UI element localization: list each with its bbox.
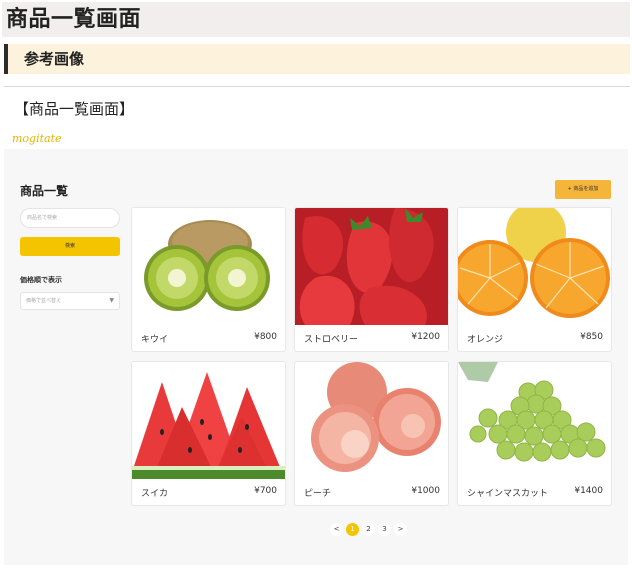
product-list-app: 商品一覧 + 商品を追加 商品名で検索 検索 価格順で表示 価格で並べ替え ▼ …	[4, 149, 628, 565]
section-heading: 参考画像	[4, 44, 630, 74]
grape-image	[458, 362, 611, 479]
product-name: スイカ	[141, 489, 169, 499]
product-price: ¥700	[254, 486, 277, 496]
product-price: ¥850	[580, 332, 603, 342]
product-name: ピーチ	[304, 489, 332, 499]
product-price: ¥1200	[411, 332, 440, 342]
kiwi-image	[132, 208, 285, 325]
search-input[interactable]: 商品名で検索	[20, 208, 120, 228]
page-button-2[interactable]: 2	[362, 522, 375, 536]
product-card-strawberry[interactable]: ストロベリー ¥1200	[294, 207, 449, 352]
divider	[4, 86, 630, 87]
orange-image	[458, 208, 611, 325]
product-price: ¥1400	[574, 486, 603, 496]
sort-select-placeholder: 価格で並べ替え	[26, 298, 62, 304]
sort-label: 価格順で表示	[20, 276, 62, 284]
page-title: 商品一覧画面	[2, 2, 630, 37]
product-price: ¥1000	[411, 486, 440, 496]
pagination: < 1 2 3 >	[330, 522, 407, 536]
product-card-kiwi[interactable]: キウイ ¥800	[131, 207, 286, 352]
product-name: シャインマスカット	[467, 489, 549, 499]
next-page-button[interactable]: >	[394, 522, 407, 536]
peach-image	[295, 362, 448, 479]
product-list-title: 商品一覧	[20, 184, 69, 198]
product-card-orange[interactable]: オレンジ ¥850	[457, 207, 612, 352]
brand-logo: mogitate	[12, 132, 62, 145]
product-card-peach[interactable]: ピーチ ¥1000	[294, 361, 449, 506]
search-button[interactable]: 検索	[20, 237, 120, 256]
watermelon-image	[132, 362, 285, 479]
strawberry-image	[295, 208, 448, 325]
chevron-down-icon: ▼	[109, 297, 114, 304]
product-name: ストロベリー	[304, 335, 359, 345]
sort-select[interactable]: 価格で並べ替え ▼	[20, 292, 120, 310]
product-card-shine-muscat[interactable]: シャインマスカット ¥1400	[457, 361, 612, 506]
page-button-1[interactable]: 1	[346, 522, 359, 536]
add-product-button[interactable]: + 商品を追加	[555, 180, 611, 199]
product-price: ¥800	[254, 332, 277, 342]
page-button-3[interactable]: 3	[378, 522, 391, 536]
product-name: キウイ	[141, 335, 169, 345]
image-caption: 【商品一覧画面】	[14, 100, 135, 118]
product-card-watermelon[interactable]: スイカ ¥700	[131, 361, 286, 506]
product-name: オレンジ	[467, 335, 504, 345]
prev-page-button[interactable]: <	[330, 522, 343, 536]
